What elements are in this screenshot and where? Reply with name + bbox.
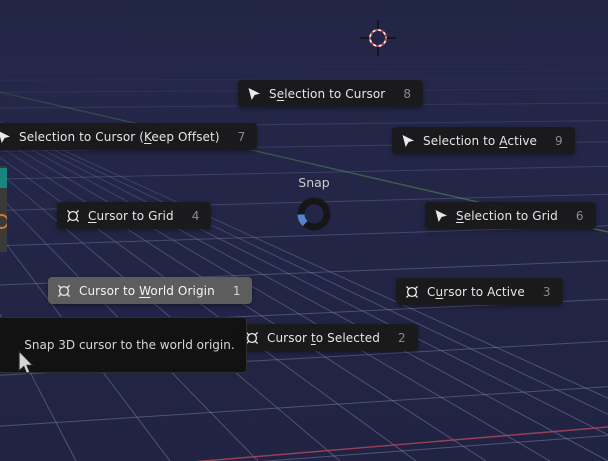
tooltip: Snap 3D cursor to the world origin.: [0, 317, 247, 373]
blender-3d-viewport[interactable]: Snap Selection to Cursor 8 Selection to C…: [0, 0, 608, 461]
pie-item-label: Cursor to Active: [427, 284, 525, 299]
pie-direction-indicator: [297, 213, 308, 227]
pie-item-label: Selection to Cursor: [269, 86, 386, 101]
pie-item-label: Selection to Grid: [456, 208, 558, 223]
hotkey-badge: 2: [397, 330, 406, 345]
pointer-icon: [435, 209, 447, 222]
annotate-tool-icon: [0, 214, 7, 229]
pie-item-cursor-to-grid[interactable]: Cursor to Grid 4: [57, 202, 212, 229]
pie-item-selection-to-cursor-keep-offset[interactable]: Selection to Cursor (Keep Offset) 7: [0, 123, 258, 150]
pointer-icon: [0, 131, 10, 143]
hotkey-badge: 8: [403, 86, 411, 101]
cursor-target-icon: [57, 284, 71, 297]
pie-item-label: Selection to Cursor (Keep Offset): [19, 129, 220, 144]
tooltip-text: Snap 3D cursor to the world origin.: [24, 338, 235, 352]
pie-menu-title: Snap: [298, 175, 330, 190]
hotkey-badge: 9: [555, 133, 563, 148]
pie-item-label: Cursor to Selected: [267, 330, 380, 345]
3d-cursor-crosshair-icon: [360, 20, 396, 56]
hotkey-badge: 7: [237, 129, 246, 144]
cursor-target-icon: [405, 285, 419, 298]
pie-item-cursor-to-active[interactable]: Cursor to Active 3: [396, 278, 563, 305]
pie-item-label: Cursor to Grid: [88, 208, 174, 223]
pie-item-cursor-to-selected[interactable]: Cursor to Selected 2: [236, 324, 418, 351]
hotkey-badge: 4: [191, 208, 200, 223]
pie-item-label: Cursor to World Origin: [79, 283, 215, 298]
hotkey-badge: 3: [542, 284, 551, 299]
pie-center-ring: [297, 197, 331, 231]
pie-item-cursor-to-world-origin[interactable]: Cursor to World Origin 1: [48, 277, 253, 304]
active-tool-highlight: [0, 168, 7, 188]
pointer-icon: [248, 87, 260, 100]
toolbar-edge-fragment[interactable]: [0, 166, 7, 252]
cursor-target-icon: [66, 209, 80, 222]
mouse-pointer: [18, 350, 35, 375]
pointer-icon: [402, 134, 414, 147]
pie-item-selection-to-grid[interactable]: Selection to Grid 6: [425, 202, 596, 229]
pie-item-selection-to-cursor[interactable]: Selection to Cursor 8: [238, 80, 423, 107]
pie-item-selection-to-active[interactable]: Selection to Active 9: [392, 127, 575, 154]
hotkey-badge: 1: [232, 283, 241, 298]
pie-item-label: Selection to Active: [423, 133, 538, 148]
hotkey-badge: 6: [575, 208, 584, 223]
